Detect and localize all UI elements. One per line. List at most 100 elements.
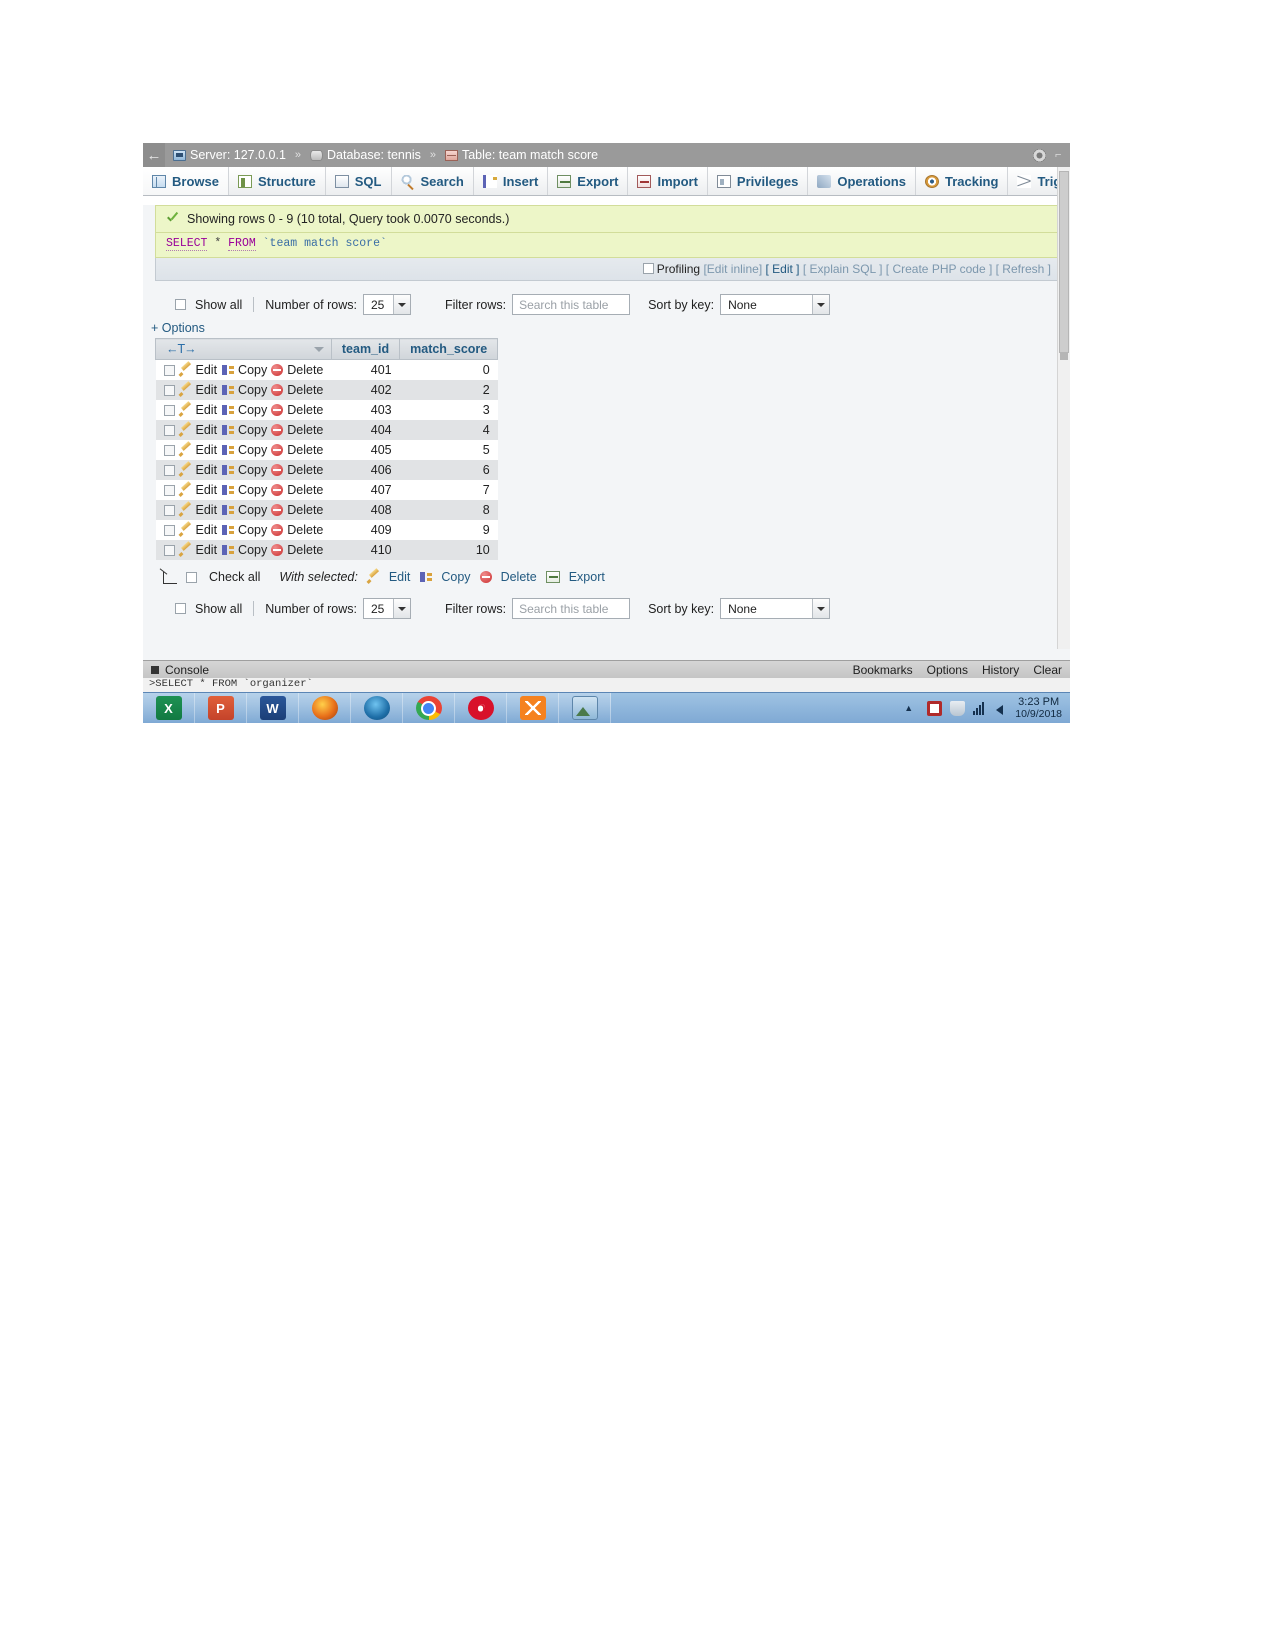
delete-link-row[interactable]: Delete [287,443,323,457]
row-checkbox[interactable] [163,504,175,516]
edit-icon[interactable] [179,544,192,556]
console-bar[interactable]: Console Bookmarks Options History Clear [143,660,1070,678]
tab-structure[interactable]: Structure [228,167,326,195]
console-history-link[interactable]: History [982,663,1019,677]
copy-icon[interactable] [221,384,235,396]
copy-link-row[interactable]: Copy [238,523,267,537]
taskbar-item-excel[interactable]: X [143,693,195,723]
console-command[interactable]: >SELECT * FROM `organizer` [143,678,1070,692]
tab-privileges[interactable]: Privileges [707,167,809,195]
row-checkbox[interactable] [163,364,175,376]
delete-icon[interactable] [271,404,284,416]
row-checkbox[interactable] [163,484,175,496]
copy-icon[interactable] [221,484,235,496]
table-row[interactable]: Edit Copy Delete 402 2 [155,380,498,400]
copy-icon[interactable] [221,504,235,516]
edit-icon[interactable] [179,524,192,536]
delete-icon[interactable] [271,384,284,396]
edit-link-row[interactable]: Edit [196,503,218,517]
edit-icon[interactable] [179,464,192,476]
tab-search[interactable]: Search [391,167,474,195]
row-checkbox[interactable] [163,524,175,536]
copy-link-row[interactable]: Copy [238,403,267,417]
delete-link-row[interactable]: Delete [287,383,323,397]
edit-icon[interactable] [179,504,192,516]
edit-icon[interactable] [179,364,192,376]
copy-link-row[interactable]: Copy [238,383,267,397]
edit-link-row[interactable]: Edit [196,423,218,437]
table-row[interactable]: Edit Copy Delete 401 0 [155,359,498,380]
chevron-down-icon-bottom-2[interactable] [812,599,830,618]
check-all-checkbox[interactable] [186,571,197,583]
security-shield-icon[interactable] [950,700,966,716]
edit-icon[interactable] [179,384,192,396]
row-checkbox[interactable] [163,464,175,476]
edit-icon-footer[interactable] [367,571,380,583]
export-selected-link[interactable]: Export [569,570,605,584]
copy-link-row[interactable]: Copy [238,443,267,457]
show-all-checkbox[interactable] [175,299,186,310]
chevron-down-icon-bottom[interactable] [392,599,410,618]
copy-link-row[interactable]: Copy [238,463,267,477]
edit-icon[interactable] [179,444,192,456]
taskbar-item-chrome[interactable] [403,693,455,723]
delete-icon[interactable] [271,464,284,476]
delete-link-row[interactable]: Delete [287,363,323,377]
delete-link-row[interactable]: Delete [287,403,323,417]
table-row[interactable]: Edit Copy Delete 405 5 [155,440,498,460]
scrollbar-thumb[interactable] [1059,171,1069,353]
window-scrollbar[interactable] [1057,167,1070,649]
tab-export[interactable]: Export [548,167,629,195]
tab-insert[interactable]: Insert [473,167,549,195]
edit-inline-link[interactable]: [Edit inline] [703,262,762,276]
refresh-link[interactable]: [ Refresh ] [996,262,1051,276]
taskbar-item-word[interactable]: W [247,693,299,723]
sort-by-key-select[interactable]: None [720,294,831,315]
delete-link-row[interactable]: Delete [287,483,323,497]
options-toggle-link[interactable]: + Options [143,315,1070,338]
delete-icon[interactable] [271,424,284,436]
edit-icon[interactable] [179,484,192,496]
gear-icon[interactable] [1033,148,1046,162]
table-row[interactable]: Edit Copy Delete 404 4 [155,420,498,440]
sort-by-key-select-bottom[interactable]: None [720,598,831,619]
network-signal-icon[interactable] [973,701,988,715]
delete-link-row[interactable]: Delete [287,523,323,537]
edit-selected-link[interactable]: Edit [389,570,411,584]
console-options-link[interactable]: Options [927,663,968,677]
number-of-rows-select-bottom[interactable]: 25 [362,598,411,619]
copy-link-row[interactable]: Copy [238,503,267,517]
delete-icon[interactable] [271,484,284,496]
delete-icon[interactable] [271,524,284,536]
edit-link-row[interactable]: Edit [196,443,218,457]
table-row[interactable]: Edit Copy Delete 408 8 [155,500,498,520]
edit-link-row[interactable]: Edit [196,543,218,557]
breadcrumb-server[interactable]: Server: 127.0.0.1 [190,148,286,162]
back-arrow-icon[interactable]: ← [143,143,165,167]
row-checkbox[interactable] [163,404,175,416]
copy-selected-link[interactable]: Copy [441,570,470,584]
copy-icon[interactable] [221,424,235,436]
delete-selected-link[interactable]: Delete [501,570,537,584]
edit-link-row[interactable]: Edit [196,483,218,497]
delete-icon-footer[interactable] [479,571,492,583]
table-row[interactable]: Edit Copy Delete 406 6 [155,460,498,480]
notification-icon[interactable] [927,700,943,716]
copy-link-row[interactable]: Copy [238,363,267,377]
table-row[interactable]: Edit Copy Delete 410 10 [155,540,498,560]
edit-link-row[interactable]: Edit [196,463,218,477]
copy-icon[interactable] [221,444,235,456]
export-icon-footer[interactable] [545,571,560,583]
sort-column-header[interactable]: ←T→ [155,338,332,360]
row-checkbox[interactable] [163,384,175,396]
console-bookmarks-link[interactable]: Bookmarks [853,663,913,677]
taskbar-item-opera[interactable]: O [455,693,507,723]
create-php-code-link[interactable]: [ Create PHP code ] [886,262,993,276]
delete-link-row[interactable]: Delete [287,423,323,437]
tab-tracking[interactable]: Tracking [915,167,1009,195]
tab-operations[interactable]: Operations [808,167,916,195]
copy-link-row[interactable]: Copy [238,543,267,557]
show-hidden-icons-icon[interactable]: ▲ [904,701,919,716]
taskbar-item-photo-viewer[interactable] [559,693,611,723]
taskbar-item-powerpoint[interactable]: P [195,693,247,723]
